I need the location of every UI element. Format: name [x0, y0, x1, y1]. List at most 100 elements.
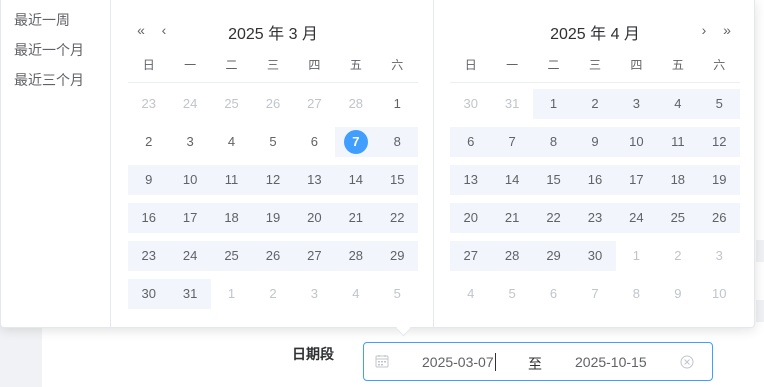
- day-cell[interactable]: 5: [377, 279, 418, 309]
- day-cell[interactable]: 5: [252, 127, 293, 157]
- day-cell[interactable]: 7: [491, 127, 533, 157]
- day-cell[interactable]: 8: [616, 279, 657, 309]
- day-cell[interactable]: 4: [335, 279, 376, 309]
- day-cell[interactable]: 23: [128, 89, 169, 119]
- day-cell[interactable]: 2: [574, 89, 616, 119]
- day-cell[interactable]: 8: [532, 127, 575, 157]
- day-cell[interactable]: 13: [450, 165, 492, 195]
- day-cell[interactable]: 14: [335, 165, 377, 195]
- day-number: 7: [508, 134, 516, 149]
- clear-icon[interactable]: [680, 355, 694, 369]
- day-cell[interactable]: 3: [615, 89, 658, 119]
- day-cell[interactable]: 29: [376, 241, 418, 271]
- end-date-input[interactable]: 2025-10-15: [575, 354, 647, 370]
- day-cell[interactable]: 6: [533, 279, 574, 309]
- day-cell[interactable]: 11: [210, 165, 253, 195]
- day-cell[interactable]: 9: [657, 279, 698, 309]
- day-cell[interactable]: 28: [335, 89, 376, 119]
- shortcut-last-month[interactable]: 最近一个月: [1, 40, 110, 70]
- day-cell[interactable]: 21: [335, 203, 377, 233]
- day-cell[interactable]: 24: [169, 89, 210, 119]
- day-cell[interactable]: 1: [532, 89, 575, 119]
- day-cell[interactable]: 6: [450, 127, 492, 157]
- day-cell[interactable]: 30: [450, 89, 491, 119]
- day-cell[interactable]: 16: [574, 165, 616, 195]
- day-cell[interactable]: 22: [532, 203, 575, 233]
- day-cell[interactable]: 1: [211, 279, 252, 309]
- day-cell[interactable]: 26: [252, 241, 294, 271]
- day-cell[interactable]: 5: [698, 89, 740, 119]
- day-cell[interactable]: 31: [491, 89, 532, 119]
- day-cell[interactable]: 24: [615, 203, 658, 233]
- day-cell[interactable]: 30: [128, 279, 170, 309]
- day-cell[interactable]: 9: [128, 165, 170, 195]
- day-cell[interactable]: 23: [574, 203, 616, 233]
- day-cell[interactable]: 12: [252, 165, 294, 195]
- day-cell[interactable]: 4: [450, 279, 491, 309]
- day-cell[interactable]: 14: [491, 165, 533, 195]
- day-cell[interactable]: 27: [293, 241, 336, 271]
- day-cell[interactable]: 6: [294, 127, 335, 157]
- day-cell[interactable]: 23: [128, 241, 170, 271]
- day-cell[interactable]: 17: [169, 203, 211, 233]
- day-cell[interactable]: 27: [294, 89, 335, 119]
- day-cell[interactable]: 17: [615, 165, 658, 195]
- day-cell[interactable]: 5: [491, 279, 532, 309]
- day-cell[interactable]: 10: [169, 165, 211, 195]
- next-month-button[interactable]: ›: [695, 20, 713, 40]
- day-cell[interactable]: 7: [335, 127, 377, 157]
- next-year-button[interactable]: »: [718, 20, 736, 40]
- start-date-input[interactable]: 2025-03-07: [422, 354, 494, 370]
- day-number: 23: [141, 96, 156, 111]
- day-cell[interactable]: 30: [574, 241, 616, 271]
- week-row: 27 28 29 30 1 2 3: [450, 241, 740, 271]
- shortcut-last-three-months[interactable]: 最近三个月: [1, 70, 110, 100]
- date-range-input[interactable]: 2025-03-07 至 2025-10-15: [363, 342, 713, 381]
- day-cell[interactable]: 27: [450, 241, 492, 271]
- day-cell[interactable]: 12: [698, 127, 740, 157]
- day-cell[interactable]: 26: [252, 89, 293, 119]
- day-cell[interactable]: 25: [210, 241, 253, 271]
- day-cell[interactable]: 29: [532, 241, 575, 271]
- day-cell[interactable]: 10: [615, 127, 658, 157]
- day-cell[interactable]: 8: [376, 127, 418, 157]
- day-cell[interactable]: 28: [335, 241, 377, 271]
- day-cell[interactable]: 13: [293, 165, 336, 195]
- day-cell[interactable]: 26: [698, 203, 740, 233]
- day-cell[interactable]: 19: [698, 165, 740, 195]
- day-cell[interactable]: 31: [169, 279, 211, 309]
- day-cell[interactable]: 10: [699, 279, 740, 309]
- day-cell[interactable]: 7: [574, 279, 615, 309]
- day-cell[interactable]: 3: [169, 127, 210, 157]
- day-cell[interactable]: 1: [616, 241, 657, 271]
- day-cell[interactable]: 25: [657, 203, 699, 233]
- day-cell[interactable]: 4: [657, 89, 699, 119]
- day-cell[interactable]: 1: [377, 89, 418, 119]
- day-cell[interactable]: 2: [128, 127, 169, 157]
- day-cell[interactable]: 24: [169, 241, 211, 271]
- week-row: 23 24 25 26 27 28 29: [128, 241, 418, 271]
- day-cell[interactable]: 18: [210, 203, 253, 233]
- day-cell[interactable]: 20: [293, 203, 336, 233]
- day-cell[interactable]: 11: [657, 127, 699, 157]
- day-cell[interactable]: 16: [128, 203, 170, 233]
- day-cell[interactable]: 20: [450, 203, 492, 233]
- day-number: 5: [393, 286, 401, 301]
- day-cell[interactable]: 22: [376, 203, 418, 233]
- day-cell[interactable]: 2: [252, 279, 293, 309]
- day-cell[interactable]: 15: [376, 165, 418, 195]
- shortcut-last-week[interactable]: 最近一周: [1, 10, 110, 40]
- day-cell[interactable]: 25: [211, 89, 252, 119]
- day-cell[interactable]: 19: [252, 203, 294, 233]
- day-cell[interactable]: 15: [532, 165, 575, 195]
- day-cell[interactable]: 9: [574, 127, 616, 157]
- day-cell[interactable]: 3: [699, 241, 740, 271]
- day-cell[interactable]: 18: [657, 165, 699, 195]
- day-cell[interactable]: 2: [657, 241, 698, 271]
- range-separator: 至: [528, 356, 542, 372]
- day-number: 5: [508, 286, 516, 301]
- day-cell[interactable]: 4: [211, 127, 252, 157]
- day-cell[interactable]: 28: [491, 241, 533, 271]
- day-cell[interactable]: 3: [294, 279, 335, 309]
- day-cell[interactable]: 21: [491, 203, 533, 233]
